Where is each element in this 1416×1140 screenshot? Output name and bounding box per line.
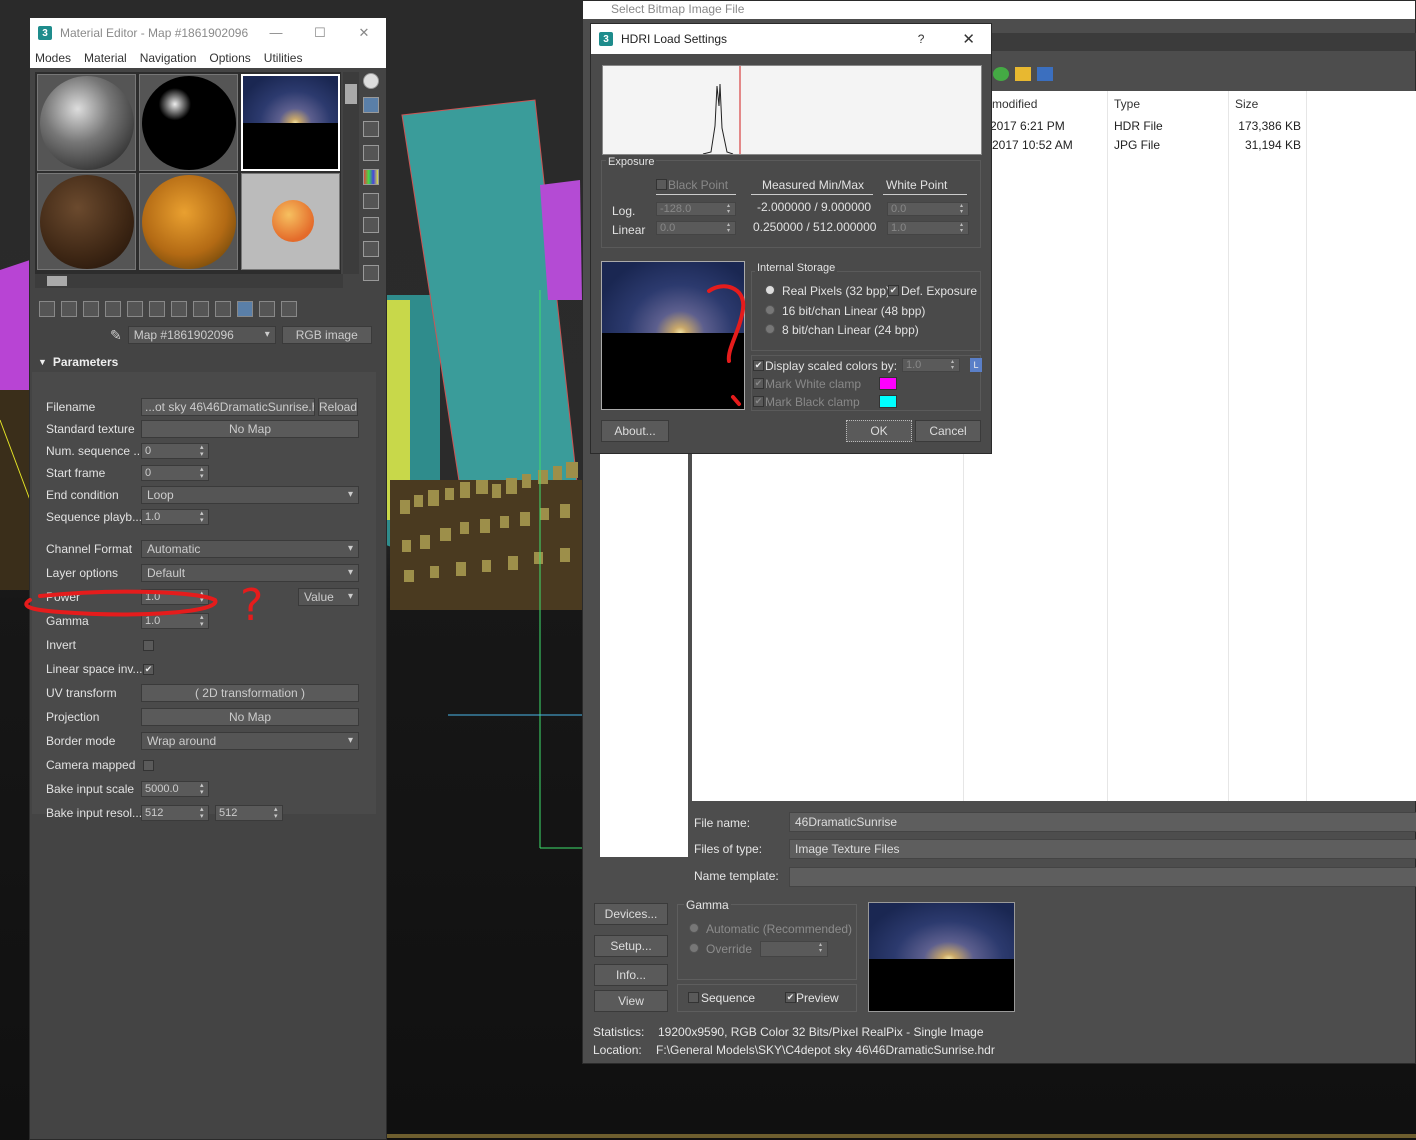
gamma-auto-label: Automatic (Recommended) bbox=[706, 922, 853, 936]
measured-linear-value: 0.250000 / 512.000000 bbox=[753, 220, 877, 234]
col-type[interactable]: Type bbox=[1114, 97, 1140, 111]
devices-button[interactable]: Devices... bbox=[594, 903, 668, 925]
histogram bbox=[602, 65, 982, 155]
new-folder-icon[interactable] bbox=[1015, 67, 1031, 81]
navigation-pane[interactable] bbox=[600, 441, 688, 857]
setup-button[interactable]: Setup... bbox=[594, 935, 668, 957]
border-mode-row: Border mode Wrap around bbox=[32, 732, 376, 752]
bake-scale-spinner[interactable]: 5000.0 bbox=[141, 781, 209, 797]
cancel-button[interactable]: Cancel bbox=[915, 420, 981, 442]
black-point-label: Black Point bbox=[668, 178, 729, 192]
black-point-linear-spinner[interactable]: 0.0 bbox=[656, 221, 736, 235]
gamma-override-spinner[interactable] bbox=[760, 941, 828, 957]
bake-resolution-y-spinner[interactable]: 512 bbox=[215, 805, 283, 821]
measured-minmax-label: Measured Min/Max bbox=[762, 178, 865, 192]
3dsmax-app-icon: 3 bbox=[599, 32, 613, 46]
storage-annotation bbox=[707, 284, 746, 406]
sequence-checkbox[interactable] bbox=[688, 992, 699, 1003]
projection-button[interactable]: No Map bbox=[141, 708, 359, 726]
statistics-value: 19200x9590, RGB Color 32 Bits/Pixel Real… bbox=[658, 1025, 984, 1039]
col-size[interactable]: Size bbox=[1235, 97, 1258, 111]
location-label: Location: bbox=[593, 1043, 642, 1057]
def-exposure-label: Def. Exposure bbox=[901, 284, 978, 298]
hdri-titlebar[interactable]: 3 HDRI Load Settings ? ✕ bbox=[591, 24, 991, 54]
gamma-group-title: Gamma bbox=[684, 898, 731, 912]
camera-mapped-label: Camera mapped bbox=[46, 758, 136, 772]
mark-white-label: Mark White clamp bbox=[765, 377, 862, 391]
white-point-label: White Point bbox=[886, 178, 948, 192]
gamma-override-radio[interactable] bbox=[689, 943, 699, 953]
projection-row: Projection No Map bbox=[32, 708, 376, 728]
log-label: Log. bbox=[612, 204, 636, 218]
camera-mapped-row: Camera mapped bbox=[32, 756, 376, 776]
black-point-checkbox[interactable] bbox=[656, 179, 667, 190]
help-icon[interactable]: ? bbox=[918, 32, 925, 46]
name-template-input[interactable] bbox=[789, 867, 1416, 887]
file-row-1-size[interactable]: 173,386 KB bbox=[1235, 119, 1301, 133]
file-row-2-modified[interactable]: 3/2017 10:52 AM bbox=[982, 138, 1073, 152]
close-icon[interactable]: ✕ bbox=[962, 30, 975, 48]
bake-scale-row: Bake input scale 5000.0 bbox=[32, 780, 376, 800]
real-pixels-radio[interactable] bbox=[765, 285, 775, 295]
camera-mapped-checkbox[interactable] bbox=[143, 760, 154, 771]
file-row-1-type[interactable]: HDR File bbox=[1114, 119, 1163, 133]
linear-label: Linear bbox=[612, 223, 646, 237]
measured-log-value: -2.000000 / 9.000000 bbox=[757, 200, 872, 214]
exposure-label: Exposure bbox=[606, 156, 657, 168]
border-mode-label: Border mode bbox=[46, 734, 116, 748]
preview-label: Preview bbox=[796, 991, 839, 1005]
file-dialog-toolbar bbox=[993, 67, 1053, 81]
bake-resolution-x-spinner[interactable]: 512 bbox=[141, 805, 209, 821]
file-row-2-size[interactable]: 31,194 KB bbox=[1235, 138, 1301, 152]
internal-storage-label: Internal Storage bbox=[755, 262, 838, 274]
statistics-label: Statistics: bbox=[593, 1025, 645, 1039]
black-point-log-spinner[interactable]: -128.0 bbox=[656, 202, 736, 216]
white-clamp-color-swatch[interactable] bbox=[879, 377, 897, 390]
select-bitmap-titlebar[interactable]: Select Bitmap Image File bbox=[583, 1, 1415, 19]
16bit-radio[interactable] bbox=[765, 305, 775, 315]
view-menu-icon[interactable] bbox=[1037, 67, 1053, 81]
white-point-linear-spinner[interactable]: 1.0 bbox=[887, 221, 969, 235]
annotation-question-mark: ? bbox=[240, 580, 263, 631]
preview-checkbox[interactable]: ✔ bbox=[785, 992, 796, 1003]
8bit-radio[interactable] bbox=[765, 324, 775, 334]
file-row-2-type[interactable]: JPG File bbox=[1114, 138, 1160, 152]
file-row-1-modified[interactable]: 2017 6:21 PM bbox=[990, 119, 1065, 133]
files-of-type-dropdown[interactable]: Image Texture Files bbox=[789, 839, 1416, 859]
file-name-input[interactable]: 46DramaticSunrise bbox=[789, 812, 1416, 832]
bake-resolution-label: Bake input resol... bbox=[46, 806, 143, 820]
ok-button[interactable]: OK bbox=[846, 420, 912, 442]
view-button[interactable]: View bbox=[594, 990, 668, 1012]
display-scaled-spinner[interactable]: 1.0 bbox=[902, 358, 960, 372]
info-button[interactable]: Info... bbox=[594, 964, 668, 986]
hdri-title: HDRI Load Settings bbox=[621, 32, 728, 46]
refresh-icon[interactable] bbox=[993, 67, 1009, 81]
sequence-label: Sequence bbox=[701, 991, 756, 1005]
real-pixels-label: Real Pixels (32 bpp) bbox=[782, 284, 891, 298]
name-template-label: Name template: bbox=[694, 869, 779, 883]
location-value: F:\General Models\SKY\C4depot sky 46\46D… bbox=[656, 1043, 995, 1057]
file-preview-image bbox=[868, 902, 1015, 1012]
hdri-load-settings-dialog: 3 HDRI Load Settings ? ✕ Exposure Black … bbox=[590, 23, 992, 454]
bake-resolution-row: Bake input resol... 512 512 bbox=[32, 804, 376, 824]
gamma-annotation: ? bbox=[24, 580, 263, 631]
black-clamp-color-swatch[interactable] bbox=[879, 395, 897, 408]
projection-label: Projection bbox=[46, 710, 100, 724]
gamma-override-label: Override bbox=[706, 942, 753, 956]
file-name-label: File name: bbox=[694, 816, 751, 830]
files-of-type-label: Files of type: bbox=[694, 842, 763, 856]
lock-button[interactable]: L bbox=[970, 358, 982, 372]
16bit-label: 16 bit/chan Linear (48 bpp) bbox=[782, 304, 926, 318]
bake-scale-label: Bake input scale bbox=[46, 782, 135, 796]
8bit-label: 8 bit/chan Linear (24 bpp) bbox=[782, 323, 919, 337]
about-button[interactable]: About... bbox=[601, 420, 669, 442]
def-exposure-checkbox[interactable]: ✔ bbox=[888, 285, 899, 296]
display-scaled-label: Display scaled colors by: bbox=[765, 359, 898, 373]
border-mode-dropdown[interactable]: Wrap around bbox=[141, 732, 359, 750]
gamma-auto-radio[interactable] bbox=[689, 923, 699, 933]
histogram-plot bbox=[702, 66, 741, 155]
white-point-log-spinner[interactable]: 0.0 bbox=[887, 202, 969, 216]
mark-black-label: Mark Black clamp bbox=[765, 395, 860, 409]
